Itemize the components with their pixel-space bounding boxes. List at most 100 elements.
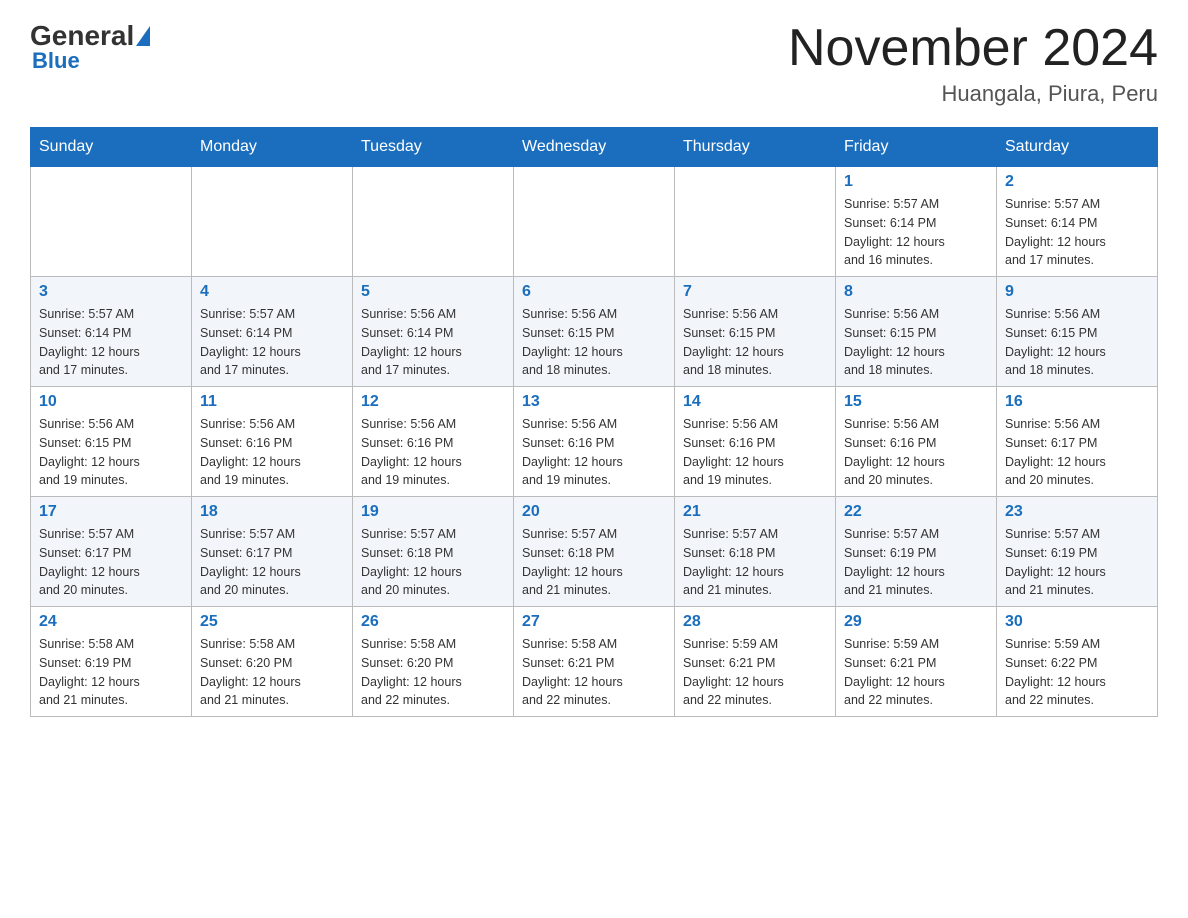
header-tuesday: Tuesday: [353, 128, 514, 167]
table-row: 19 Sunrise: 5:57 AM Sunset: 6:18 PM Dayli…: [353, 497, 514, 607]
table-row: 10Sunrise: 5:56 AM Sunset: 6:15 PM Dayli…: [31, 387, 192, 497]
day-info: Sunrise: 5:57 AM Sunset: 6:17 PM Dayligh…: [200, 525, 344, 600]
table-row: 27 Sunrise: 5:58 AM Sunset: 6:21 PM Dayli…: [514, 607, 675, 717]
logo: General Blue: [30, 20, 152, 74]
table-row: [353, 167, 514, 277]
table-row: 14Sunrise: 5:56 AM Sunset: 6:16 PM Dayli…: [675, 387, 836, 497]
month-year-title: November 2024: [788, 20, 1158, 77]
day-number: 19: [361, 503, 505, 521]
table-row: 12 Sunrise: 5:56 AM Sunset: 6:16 PM Dayli…: [353, 387, 514, 497]
location-subtitle: Huangala, Piura, Peru: [788, 81, 1158, 107]
day-number: 5: [361, 283, 505, 301]
table-row: 23 Sunrise: 5:57 AM Sunset: 6:19 PM Dayli…: [997, 497, 1158, 607]
day-info: Sunrise: 5:57 AM Sunset: 6:18 PM Dayligh…: [522, 525, 666, 600]
day-number: 20: [522, 503, 666, 521]
day-info: Sunrise: 5:57 AM Sunset: 6:14 PM Dayligh…: [844, 195, 988, 270]
table-row: 8 Sunrise: 5:56 AM Sunset: 6:15 PM Daylig…: [836, 277, 997, 387]
day-info: Sunrise: 5:56 AM Sunset: 6:15 PM Dayligh…: [844, 305, 988, 380]
day-number: 3: [39, 283, 183, 301]
header-thursday: Thursday: [675, 128, 836, 167]
table-row: 18 Sunrise: 5:57 AM Sunset: 6:17 PM Dayli…: [192, 497, 353, 607]
day-number: 7: [683, 283, 827, 301]
header-wednesday: Wednesday: [514, 128, 675, 167]
weekday-header-row: Sunday Monday Tuesday Wednesday Thursday…: [31, 128, 1158, 167]
day-info: Sunrise: 5:57 AM Sunset: 6:17 PM Dayligh…: [39, 525, 183, 600]
logo-triangle-icon: [136, 26, 150, 46]
table-row: 13Sunrise: 5:56 AM Sunset: 6:16 PM Dayli…: [514, 387, 675, 497]
day-number: 8: [844, 283, 988, 301]
table-row: 3 Sunrise: 5:57 AM Sunset: 6:14 PM Daylig…: [31, 277, 192, 387]
day-number: 14: [683, 393, 827, 411]
table-row: 9 Sunrise: 5:56 AM Sunset: 6:15 PM Daylig…: [997, 277, 1158, 387]
day-number: 26: [361, 613, 505, 631]
header-monday: Monday: [192, 128, 353, 167]
day-info: Sunrise: 5:56 AM Sunset: 6:15 PM Dayligh…: [1005, 305, 1149, 380]
day-number: 9: [1005, 283, 1149, 301]
table-row: 21Sunrise: 5:57 AM Sunset: 6:18 PM Dayli…: [675, 497, 836, 607]
day-info: Sunrise: 5:59 AM Sunset: 6:21 PM Dayligh…: [683, 635, 827, 710]
day-info: Sunrise: 5:59 AM Sunset: 6:22 PM Dayligh…: [1005, 635, 1149, 710]
table-row: 30 Sunrise: 5:59 AM Sunset: 6:22 PM Dayli…: [997, 607, 1158, 717]
table-row: 26 Sunrise: 5:58 AM Sunset: 6:20 PM Dayli…: [353, 607, 514, 717]
day-info: Sunrise: 5:56 AM Sunset: 6:16 PM Dayligh…: [361, 415, 505, 490]
table-row: 16Sunrise: 5:56 AM Sunset: 6:17 PM Dayli…: [997, 387, 1158, 497]
table-row: [675, 167, 836, 277]
day-info: Sunrise: 5:58 AM Sunset: 6:21 PM Dayligh…: [522, 635, 666, 710]
calendar-title-area: November 2024 Huangala, Piura, Peru: [788, 20, 1158, 107]
calendar-week-row: 10Sunrise: 5:56 AM Sunset: 6:15 PM Dayli…: [31, 387, 1158, 497]
table-row: 2 Sunrise: 5:57 AM Sunset: 6:14 PM Daylig…: [997, 167, 1158, 277]
calendar-week-row: 1 Sunrise: 5:57 AM Sunset: 6:14 PM Daylig…: [31, 167, 1158, 277]
day-number: 1: [844, 173, 988, 191]
day-number: 10: [39, 393, 183, 411]
day-info: Sunrise: 5:57 AM Sunset: 6:14 PM Dayligh…: [1005, 195, 1149, 270]
header-sunday: Sunday: [31, 128, 192, 167]
table-row: [514, 167, 675, 277]
day-info: Sunrise: 5:56 AM Sunset: 6:15 PM Dayligh…: [683, 305, 827, 380]
day-info: Sunrise: 5:56 AM Sunset: 6:16 PM Dayligh…: [200, 415, 344, 490]
table-row: 5 Sunrise: 5:56 AM Sunset: 6:14 PM Daylig…: [353, 277, 514, 387]
day-info: Sunrise: 5:57 AM Sunset: 6:18 PM Dayligh…: [361, 525, 505, 600]
table-row: 7 Sunrise: 5:56 AM Sunset: 6:15 PM Daylig…: [675, 277, 836, 387]
day-info: Sunrise: 5:56 AM Sunset: 6:14 PM Dayligh…: [361, 305, 505, 380]
day-number: 2: [1005, 173, 1149, 191]
table-row: 29Sunrise: 5:59 AM Sunset: 6:21 PM Dayli…: [836, 607, 997, 717]
calendar-week-row: 17Sunrise: 5:57 AM Sunset: 6:17 PM Dayli…: [31, 497, 1158, 607]
day-number: 15: [844, 393, 988, 411]
day-info: Sunrise: 5:56 AM Sunset: 6:15 PM Dayligh…: [522, 305, 666, 380]
day-number: 30: [1005, 613, 1149, 631]
day-info: Sunrise: 5:57 AM Sunset: 6:19 PM Dayligh…: [1005, 525, 1149, 600]
logo-blue-text: Blue: [30, 48, 80, 74]
day-info: Sunrise: 5:56 AM Sunset: 6:16 PM Dayligh…: [844, 415, 988, 490]
table-row: 11 Sunrise: 5:56 AM Sunset: 6:16 PM Dayli…: [192, 387, 353, 497]
day-info: Sunrise: 5:57 AM Sunset: 6:14 PM Dayligh…: [39, 305, 183, 380]
day-info: Sunrise: 5:58 AM Sunset: 6:20 PM Dayligh…: [361, 635, 505, 710]
table-row: 25 Sunrise: 5:58 AM Sunset: 6:20 PM Dayli…: [192, 607, 353, 717]
day-number: 28: [683, 613, 827, 631]
day-number: 23: [1005, 503, 1149, 521]
table-row: 20 Sunrise: 5:57 AM Sunset: 6:18 PM Dayli…: [514, 497, 675, 607]
day-info: Sunrise: 5:58 AM Sunset: 6:19 PM Dayligh…: [39, 635, 183, 710]
day-info: Sunrise: 5:56 AM Sunset: 6:16 PM Dayligh…: [522, 415, 666, 490]
table-row: 28 Sunrise: 5:59 AM Sunset: 6:21 PM Dayli…: [675, 607, 836, 717]
day-info: Sunrise: 5:58 AM Sunset: 6:20 PM Dayligh…: [200, 635, 344, 710]
table-row: 15 Sunrise: 5:56 AM Sunset: 6:16 PM Dayli…: [836, 387, 997, 497]
table-row: 22 Sunrise: 5:57 AM Sunset: 6:19 PM Dayli…: [836, 497, 997, 607]
table-row: [192, 167, 353, 277]
day-number: 12: [361, 393, 505, 411]
day-number: 4: [200, 283, 344, 301]
day-number: 11: [200, 393, 344, 411]
table-row: 1 Sunrise: 5:57 AM Sunset: 6:14 PM Daylig…: [836, 167, 997, 277]
day-number: 24: [39, 613, 183, 631]
day-number: 6: [522, 283, 666, 301]
header-friday: Friday: [836, 128, 997, 167]
day-info: Sunrise: 5:59 AM Sunset: 6:21 PM Dayligh…: [844, 635, 988, 710]
calendar-week-row: 3 Sunrise: 5:57 AM Sunset: 6:14 PM Daylig…: [31, 277, 1158, 387]
table-row: 24 Sunrise: 5:58 AM Sunset: 6:19 PM Dayli…: [31, 607, 192, 717]
calendar-week-row: 24 Sunrise: 5:58 AM Sunset: 6:19 PM Dayli…: [31, 607, 1158, 717]
day-number: 25: [200, 613, 344, 631]
day-number: 18: [200, 503, 344, 521]
day-number: 27: [522, 613, 666, 631]
day-number: 22: [844, 503, 988, 521]
day-number: 16: [1005, 393, 1149, 411]
day-info: Sunrise: 5:57 AM Sunset: 6:19 PM Dayligh…: [844, 525, 988, 600]
